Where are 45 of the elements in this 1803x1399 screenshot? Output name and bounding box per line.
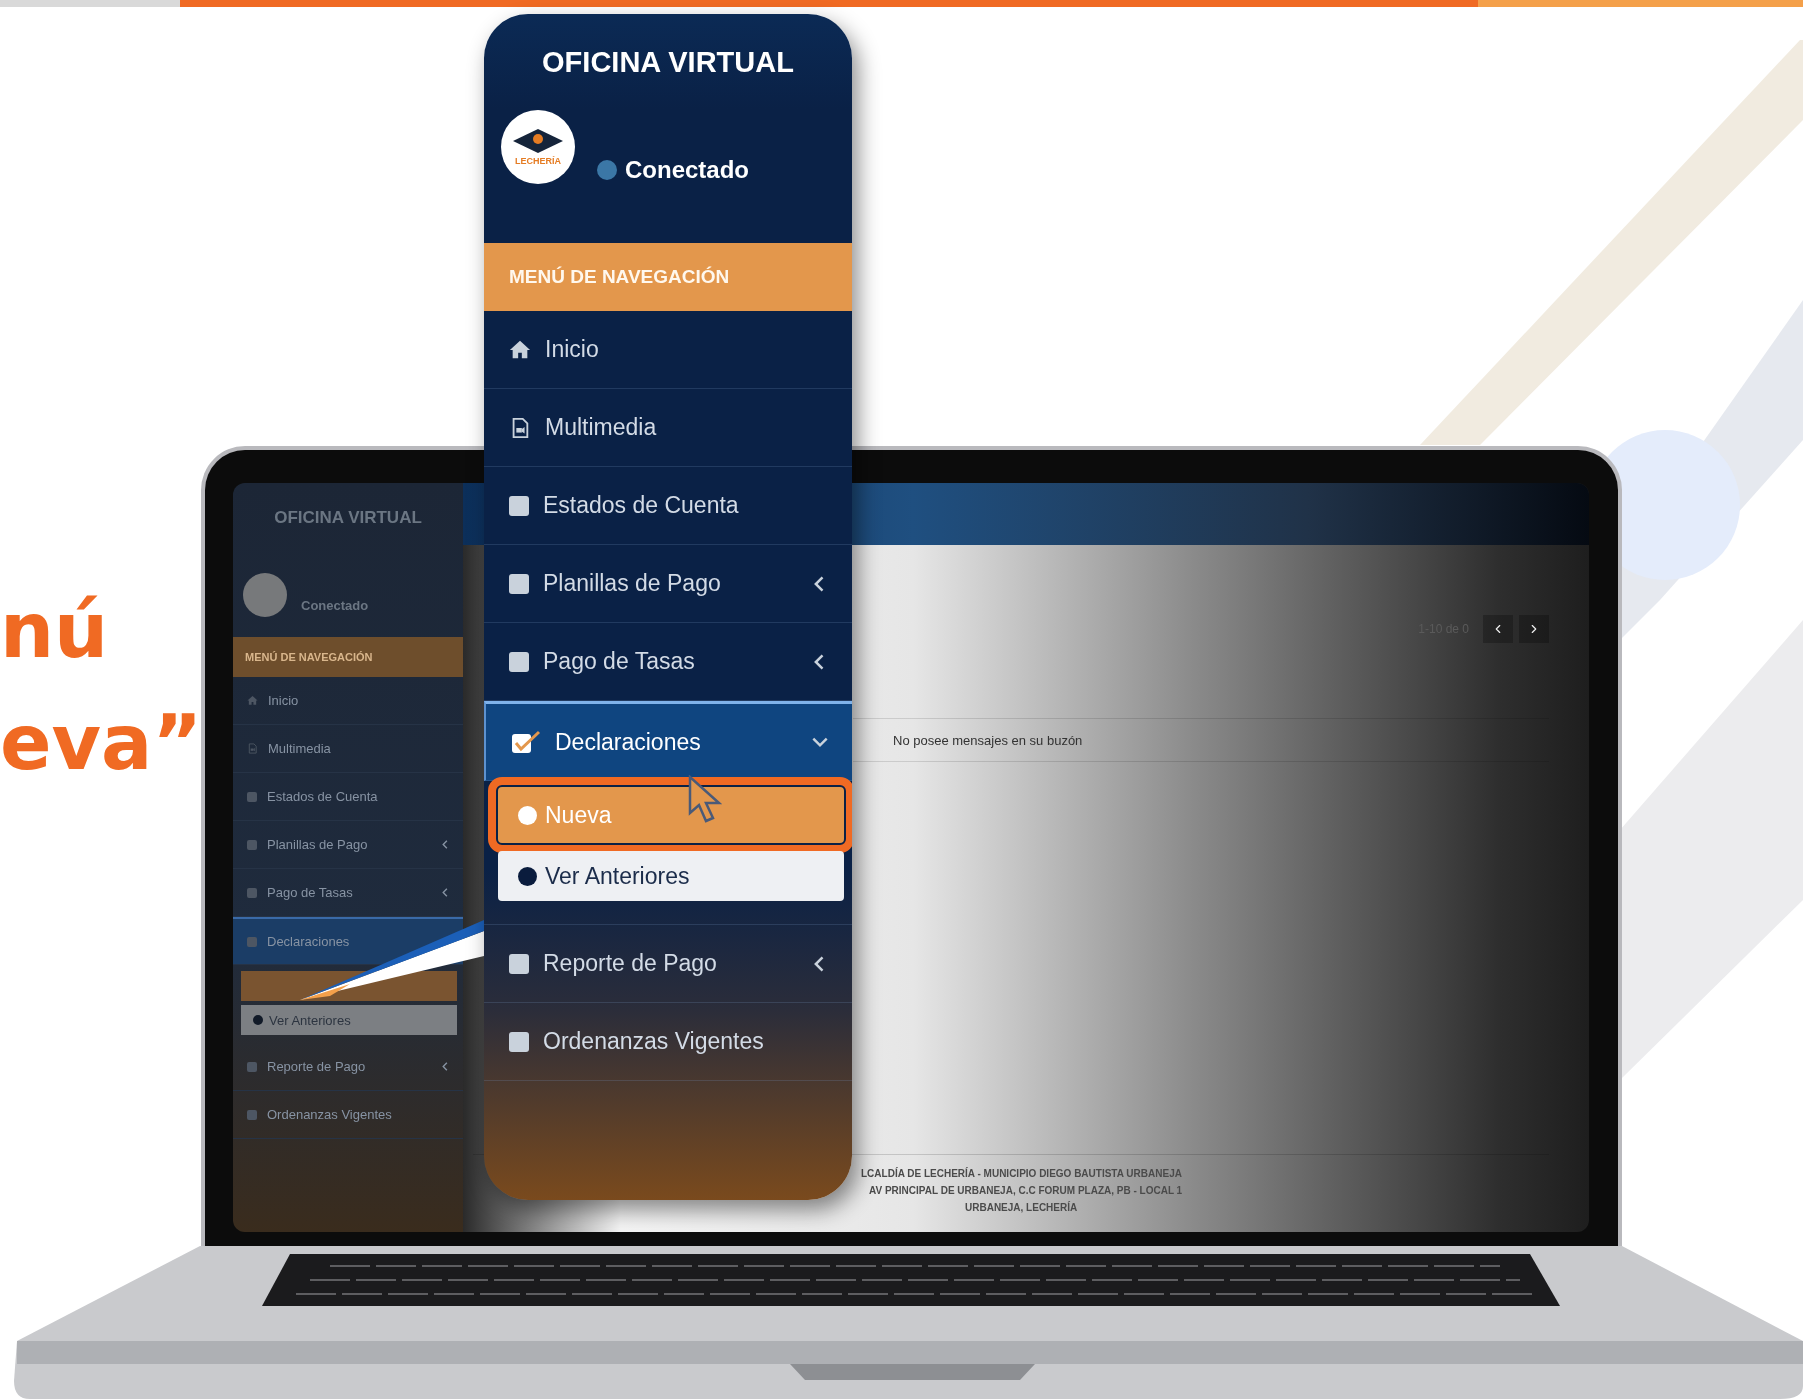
submenu-label: Ver Anteriores xyxy=(269,1012,351,1028)
diamond-icon xyxy=(512,128,564,154)
footer-text: URBANEJA, LECHERÍA xyxy=(965,1200,1078,1215)
menu-item[interactable]: Planillas de Pago xyxy=(484,545,852,623)
square-icon xyxy=(247,839,257,850)
sidebar-title: OFICINA VIRTUAL xyxy=(273,507,423,529)
panel-title: OFICINA VIRTUAL xyxy=(541,44,795,80)
radio-dot-icon xyxy=(518,866,537,886)
home-icon xyxy=(509,338,531,361)
home-icon xyxy=(247,695,258,706)
footer-text: AV PRINCIPAL DE URBANEJA, C.C FORUM PLAZA, PB - LOCAL 1 xyxy=(869,1184,1183,1198)
square-icon xyxy=(509,495,529,516)
status-text: Conectado xyxy=(301,596,369,613)
menu-item[interactable]: Multimedia xyxy=(484,389,852,467)
status-text: Conectado xyxy=(625,156,749,184)
pointer-icon xyxy=(688,775,724,825)
square-icon xyxy=(247,1061,257,1072)
menu-header: MENÚ DE NAVEGACIÓN xyxy=(484,243,852,311)
menu-item[interactable]: Reporte de Pago xyxy=(484,925,852,1003)
square-icon xyxy=(247,887,257,898)
empty-message: No posee mensajes en su buzón xyxy=(853,718,1549,762)
square-icon xyxy=(247,791,257,802)
menu-item[interactable]: Ordenanzas Vigentes xyxy=(484,1003,852,1081)
menu-header: MENÚ DE NAVEGACIÓN xyxy=(233,637,463,677)
checkbox-icon xyxy=(511,730,541,754)
file-icon xyxy=(247,743,258,754)
logo-text: LECHERÍA xyxy=(515,156,561,166)
submenu-item[interactable]: Ver Anteriores xyxy=(241,1005,457,1035)
status-dot-icon xyxy=(597,160,617,180)
radio-dot-icon xyxy=(518,805,537,825)
square-icon xyxy=(509,573,529,594)
menu-item[interactable]: Inicio xyxy=(484,311,852,389)
menu-item[interactable]: Estados de Cuenta xyxy=(484,467,852,545)
menu-item[interactable]: Declaraciones xyxy=(484,701,852,781)
square-icon xyxy=(247,1109,257,1120)
square-icon xyxy=(509,953,529,974)
headline-text: eva” xyxy=(0,697,203,789)
square-icon xyxy=(509,651,529,672)
submenu-item[interactable]: Ver Anteriores xyxy=(498,851,844,901)
headline-text: nú xyxy=(0,585,109,677)
square-icon xyxy=(509,1031,529,1052)
footer-text: LCALDÍA DE LECHERÍA - MUNICIPIO DIEGO BAUTISTA URBANEJA xyxy=(861,1166,1182,1181)
radio-dot-icon xyxy=(253,1015,263,1025)
square-icon xyxy=(247,936,257,947)
logo-badge xyxy=(243,573,287,617)
